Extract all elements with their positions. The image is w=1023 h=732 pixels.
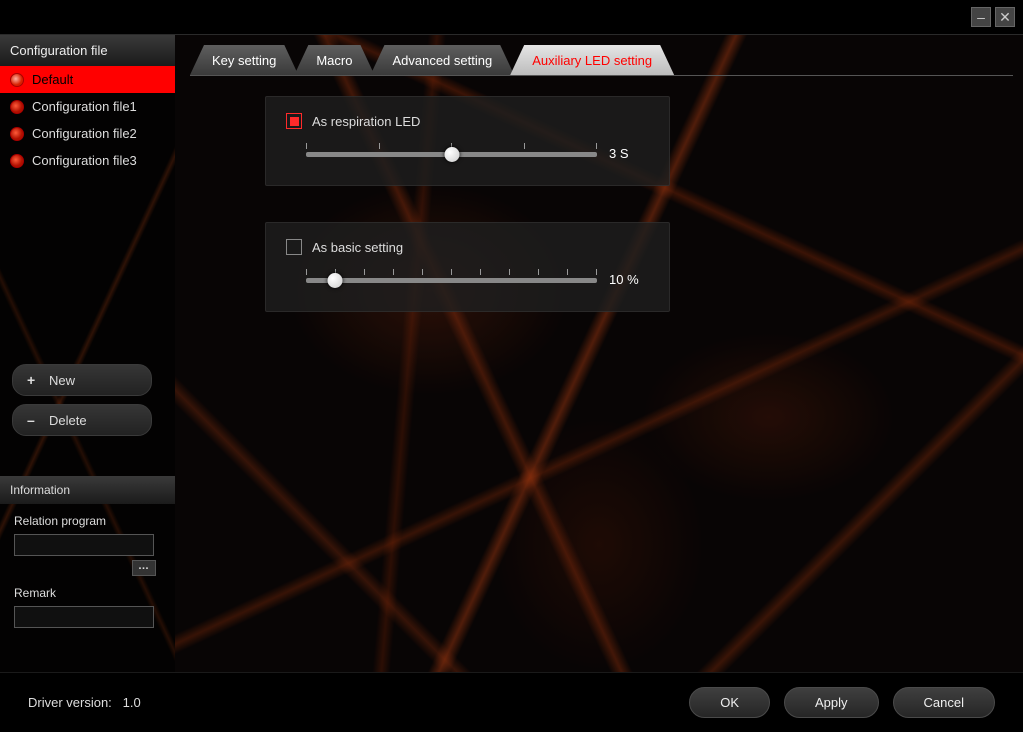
plus-icon: + [27,372,39,388]
basic-value: 10 % [609,272,649,287]
minus-icon: – [27,412,39,428]
browse-button[interactable]: … [132,560,156,576]
basic-card: As basic setting 10 % [265,222,670,312]
config-item-file1[interactable]: Configuration file1 [0,93,175,120]
tab-macro[interactable]: Macro [294,45,374,75]
new-button[interactable]: + New [12,364,152,396]
config-item-label: Default [32,72,73,87]
config-item-label: Configuration file2 [32,126,137,141]
config-item-default[interactable]: Default [0,66,175,93]
basic-slider[interactable] [306,269,597,289]
remark-group: Remark [0,576,175,628]
sidebar-header: Configuration file [0,35,175,66]
close-button[interactable]: ✕ [995,7,1015,27]
relation-program-input[interactable] [14,534,154,556]
relation-program-label: Relation program [14,514,161,528]
slider-track [306,278,597,283]
footer-buttons: OK Apply Cancel [689,687,995,718]
slider-thumb[interactable] [444,147,459,162]
driver-version-label: Driver version: [28,695,112,710]
config-item-label: Configuration file1 [32,99,137,114]
tab-key-setting[interactable]: Key setting [190,45,298,75]
config-item-file3[interactable]: Configuration file3 [0,147,175,174]
respiration-card: As respiration LED 3 S [265,96,670,186]
basic-label: As basic setting [312,240,403,255]
driver-version-value: 1.0 [123,695,141,710]
tab-bar: Key setting Macro Advanced setting Auxil… [190,42,1013,76]
slider-thumb[interactable] [328,273,343,288]
tab-auxiliary-led-setting[interactable]: Auxiliary LED setting [510,45,674,75]
slider-ticks [306,269,597,277]
bullet-icon [10,127,24,141]
remark-input[interactable] [14,606,154,628]
delete-button-label: Delete [49,413,87,428]
respiration-value: 3 S [609,146,649,161]
bullet-icon [10,73,24,87]
respiration-checkbox[interactable] [286,113,302,129]
apply-button[interactable]: Apply [784,687,879,718]
led-panel: As respiration LED 3 S As basic setting [265,96,1013,312]
sidebar: Configuration file Default Configuration… [0,35,175,672]
basic-checkbox[interactable] [286,239,302,255]
new-button-label: New [49,373,75,388]
sidebar-actions: + New – Delete [0,364,175,436]
ok-button[interactable]: OK [689,687,770,718]
titlebar: – ✕ [0,0,1023,35]
bullet-icon [10,154,24,168]
respiration-slider[interactable] [306,143,597,163]
remark-label: Remark [14,586,161,600]
information-header: Information [0,476,175,504]
driver-version: Driver version: 1.0 [28,695,141,710]
cancel-button[interactable]: Cancel [893,687,995,718]
relation-program-group: Relation program … [0,504,175,576]
respiration-label: As respiration LED [312,114,420,129]
config-item-label: Configuration file3 [32,153,137,168]
bullet-icon [10,100,24,114]
footer: Driver version: 1.0 OK Apply Cancel [0,672,1023,732]
tab-advanced-setting[interactable]: Advanced setting [370,45,514,75]
main-area: Key setting Macro Advanced setting Auxil… [190,42,1013,672]
minimize-button[interactable]: – [971,7,991,27]
config-item-file2[interactable]: Configuration file2 [0,120,175,147]
delete-button[interactable]: – Delete [12,404,152,436]
